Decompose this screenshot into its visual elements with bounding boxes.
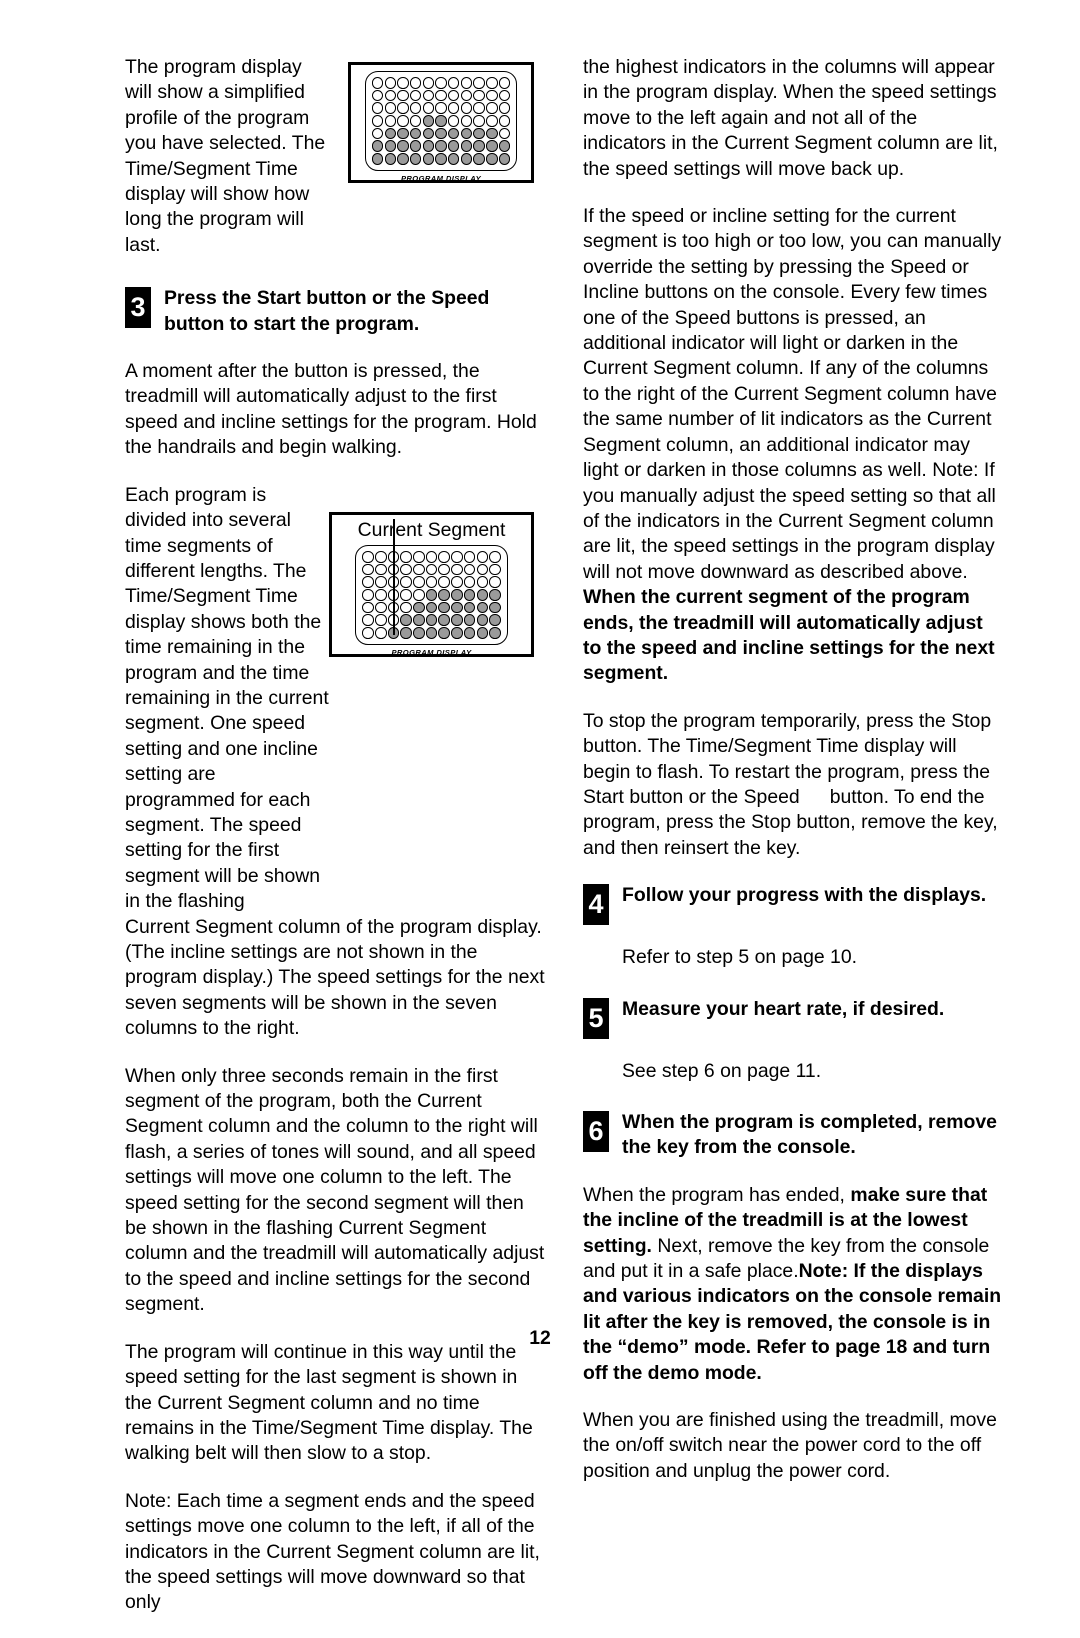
paragraph-highest-indicators: the highest indicators in the columns wi… xyxy=(583,56,998,180)
step-5-body: See step 6 on page 11. xyxy=(622,1059,822,1082)
left-column: The program display will show a simplifi… xyxy=(125,55,545,1638)
paragraph-three-seconds: When only three seconds remain in the fi… xyxy=(125,1064,545,1316)
paragraph-manual-override-bold: When the current segment of the program … xyxy=(583,586,995,685)
step-5-heading: Measure your heart rate, if desired. xyxy=(622,997,945,1020)
step-3-number: 3 xyxy=(125,287,151,329)
step-4: 4 Follow your progress with the displays… xyxy=(583,883,1003,926)
paragraph-program-ended-normal-1: When the program has ended, xyxy=(583,1183,845,1206)
paragraph-note-segment-ends: Note: Each time a segment ends and the s… xyxy=(125,1489,540,1614)
paragraph-program-display-intro: The program display will show a simplifi… xyxy=(125,56,326,256)
step-5: 5 Measure your heart rate, if desired. xyxy=(583,997,1003,1039)
step-6-heading: When the program is completed, remove th… xyxy=(622,1111,997,1159)
step-3-heading: Press the Start button or the Speedbutto… xyxy=(164,286,545,337)
step-4-body: Refer to step 5 on page 10. xyxy=(622,946,858,969)
step-6: 6 When the program is completed, remove … xyxy=(583,1110,1003,1161)
step-4-number: 4 xyxy=(583,884,609,926)
manual-page: PROGRAM DISPLAY Current Segment PROGRAM … xyxy=(0,0,1080,1613)
paragraph-manual-override: If the speed or incline setting for the … xyxy=(583,204,1003,687)
right-column: the highest indicators in the columns wi… xyxy=(583,55,1003,1506)
step-3: 3 Press the Start button or the Speedbut… xyxy=(125,286,545,337)
step-4-heading: Follow your progress with the displays. xyxy=(622,884,987,907)
page-number: 12 xyxy=(529,1327,551,1349)
step-3-heading-part1: Press the Start button or the Speed xyxy=(164,287,490,310)
paragraph-program-continue: The program will continue in this way un… xyxy=(125,1340,533,1465)
step-6-number: 6 xyxy=(583,1111,609,1152)
paragraph-moment-after: A moment after the button is pressed, th… xyxy=(125,360,537,459)
paragraph-manual-override-normal: If the speed or incline setting for the … xyxy=(583,205,1002,583)
paragraph-finished-using: When you are finished using the treadmil… xyxy=(583,1409,997,1482)
paragraph-program-ended: When the program has ended, make sure th… xyxy=(583,1183,1003,1386)
step-3-heading-part2: button to start the program. xyxy=(164,312,420,335)
paragraph-stop-program: To stop the program temporarily, press t… xyxy=(583,709,1003,861)
paragraph-each-program: Each program is divided into several tim… xyxy=(125,483,329,913)
paragraph-each-program-continued: Current Segment column of the program di… xyxy=(125,915,545,1040)
step-5-number: 5 xyxy=(583,997,609,1039)
